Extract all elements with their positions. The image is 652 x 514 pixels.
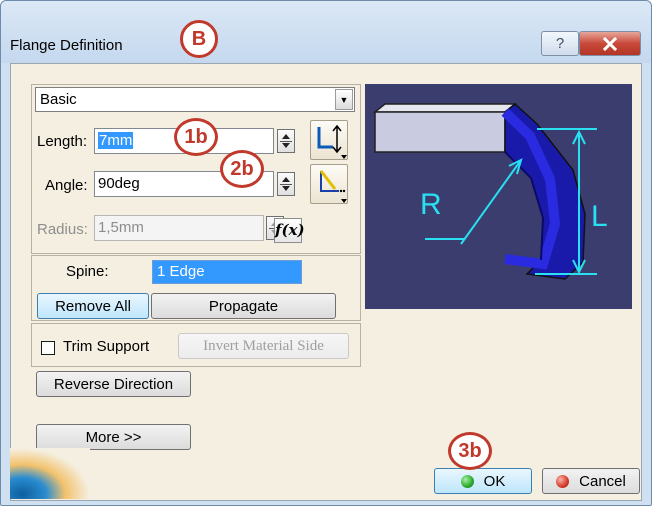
cancel-label: Cancel [579,472,626,490]
spine-label: Spine: [66,263,109,280]
invert-material-side-button[interactable]: Invert Material Side [178,333,349,359]
title-bar[interactable]: Flange Definition ? [1,1,651,63]
trim-support-label[interactable]: Trim Support [63,338,149,355]
radius-symbol: R [420,188,442,221]
annotation-badge-3b: 3b [448,432,492,470]
more-label: More >> [85,428,142,446]
radius-label: Radius: [37,221,88,238]
close-icon [603,36,617,51]
cancel-button[interactable]: Cancel [542,468,640,494]
spine-value: 1 Edge [157,263,205,280]
annotation-badge-1b: 1b [174,118,218,156]
angle-type-button[interactable] [310,164,348,204]
dialog-title: Flange Definition [10,37,123,54]
remove-all-button[interactable]: Remove All [37,293,149,319]
formula-button[interactable]: f(x) [274,218,305,243]
propagate-button[interactable]: Propagate [151,293,336,319]
cancel-icon [556,474,570,488]
close-button[interactable] [579,31,641,56]
flange-diagram: R L [372,103,608,280]
flange-preview-image: R L [365,84,632,309]
angle-type-icon [319,170,347,203]
mode-select[interactable]: Basic ▼ [35,87,355,112]
help-button[interactable]: ? [541,31,579,56]
length-value: 7mm [98,132,134,149]
length-label: Length: [37,133,88,150]
more-button[interactable]: More >> [36,424,191,450]
ok-label: OK [483,472,506,490]
dropdown-arrow-icon[interactable]: ▼ [335,89,353,110]
ok-icon [460,474,474,488]
angle-label: Angle: [45,177,88,194]
angle-spinner[interactable] [277,172,295,196]
trim-support-checkbox[interactable] [41,341,55,355]
mode-select-value: Basic [40,91,77,108]
radius-input[interactable]: 1,5mm [94,215,264,241]
formula-icon: f(x) [275,221,305,239]
reverse-direction-button[interactable]: Reverse Direction [36,371,191,397]
annotation-badge-2b: 2b [220,150,264,188]
length-spinner[interactable] [277,129,295,153]
length-type-button[interactable] [310,120,348,160]
invert-material-side-label: Invert Material Side [203,337,324,354]
question-mark-icon: ? [555,35,565,52]
reverse-direction-label: Reverse Direction [53,375,174,393]
ok-button[interactable]: OK [434,468,532,494]
spine-field[interactable]: 1 Edge [152,260,302,284]
radius-value: 1,5mm [98,219,144,236]
annotation-badge-b: B [180,20,218,58]
length-type-icon [317,124,347,159]
remove-all-label: Remove All [55,297,131,315]
propagate-label: Propagate [208,297,279,315]
length-symbol: L [591,200,608,233]
app-logo-corner [10,448,90,499]
angle-value: 90deg [98,175,140,192]
